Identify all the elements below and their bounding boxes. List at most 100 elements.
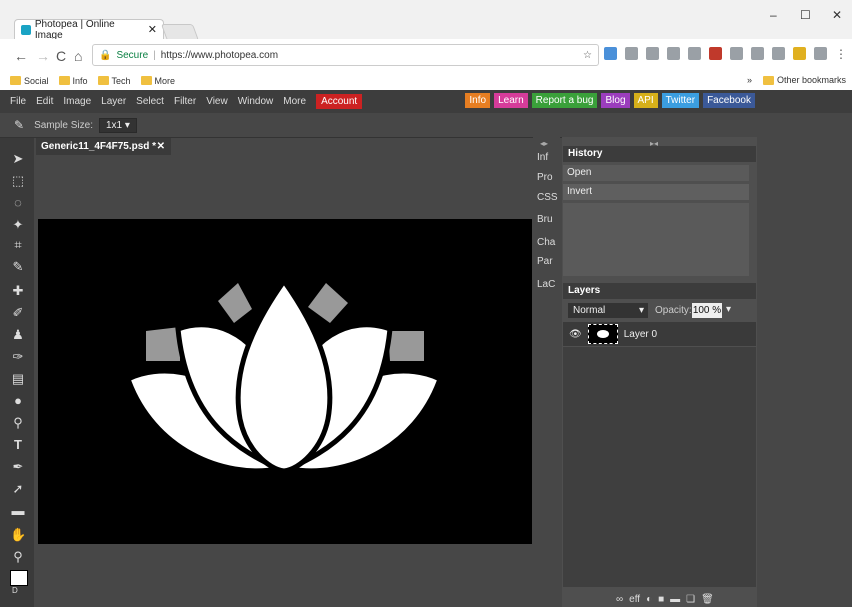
blog-link[interactable]: Blog [601, 93, 630, 108]
eye-icon[interactable]: 👁 [569, 329, 582, 340]
hand-tool-icon[interactable]: ✋ [10, 528, 26, 542]
tab-layer-comps[interactable]: LaC [537, 279, 555, 290]
layer-buttons: ∞ eff ◐ ■ ▬ ❏ 🗑 [616, 594, 714, 605]
move-tool-icon[interactable]: ➤ [10, 152, 26, 166]
bookmark-label: Info [72, 75, 88, 86]
report-bug-link[interactable]: Report a bug [531, 93, 598, 108]
document-tab[interactable]: Generic11_4F4F75.psd * ✕ [36, 138, 171, 155]
history-item[interactable]: Invert [563, 184, 749, 200]
blur-tool-icon[interactable]: ● [10, 394, 26, 408]
home-button[interactable]: ⌂ [74, 48, 82, 64]
url-input[interactable]: 🔒 Secure | https://www.photopea.com ☆ [92, 44, 599, 66]
collapse-arrows-icon[interactable]: ◂▸ [540, 139, 548, 148]
menu-window[interactable]: Window [238, 96, 274, 107]
folder-icon[interactable]: ▬ [670, 594, 680, 605]
extension-icon[interactable] [751, 47, 764, 60]
document-close-icon[interactable]: ✕ [157, 141, 165, 152]
learn-link[interactable]: Learn [494, 93, 528, 108]
opacity-dropdown-icon[interactable]: ▾ [726, 304, 731, 315]
bookmarks-overflow-icon[interactable]: » [747, 75, 752, 85]
menu-file[interactable]: File [10, 96, 26, 107]
reload-button[interactable]: C [56, 48, 66, 64]
eyedropper-tool-icon[interactable]: ✎ [10, 260, 26, 274]
effects-icon[interactable]: eff [629, 594, 640, 605]
foreground-color-swatch[interactable] [10, 570, 28, 586]
sample-size-select[interactable]: 1x1 ▾ [98, 117, 137, 133]
lasso-tool-icon[interactable]: ◌ [10, 196, 26, 210]
default-colors-icon[interactable]: D [12, 586, 18, 595]
bookmark-tech[interactable]: Tech [97, 76, 131, 86]
gradient-tool-icon[interactable]: ▤ [10, 372, 26, 386]
history-brush-tool-icon[interactable]: ✑ [10, 350, 26, 364]
info-link[interactable]: Info [465, 93, 491, 108]
bookmarks-bar: Social Info Tech More [0, 71, 852, 91]
star-icon[interactable]: ☆ [583, 50, 592, 61]
trash-icon[interactable]: 🗑 [701, 594, 714, 605]
extension-icon[interactable] [688, 47, 701, 60]
extension-icon[interactable] [730, 47, 743, 60]
other-bookmarks[interactable]: » Other bookmarks [747, 75, 846, 85]
blend-mode-select[interactable]: Normal ▾ [568, 303, 648, 318]
clone-stamp-tool-icon[interactable]: ♟ [10, 328, 26, 342]
menu-dots-icon[interactable]: ⋮ [835, 47, 847, 61]
facebook-link[interactable]: Facebook [703, 93, 755, 108]
url-separator: | [153, 49, 156, 61]
tab-brushes[interactable]: Bru [537, 214, 553, 225]
menu-select[interactable]: Select [136, 96, 164, 107]
tab-properties[interactable]: Pro [537, 172, 553, 183]
tab-paragraph[interactable]: Par [537, 256, 553, 267]
tab-info[interactable]: Inf [537, 152, 548, 163]
extension-icon[interactable] [604, 47, 617, 60]
crop-tool-icon[interactable]: ⌗ [10, 238, 26, 252]
extension-icon[interactable] [814, 47, 827, 60]
minimize-button[interactable]: – [770, 8, 777, 22]
menu-layer[interactable]: Layer [101, 96, 126, 107]
tab-css[interactable]: CSS [537, 192, 558, 203]
layer-row[interactable]: 👁 Layer 0 [563, 322, 756, 346]
twitter-link[interactable]: Twitter [661, 93, 700, 108]
tab-close-icon[interactable]: ✕ [148, 23, 157, 36]
bookmark-social[interactable]: Social [10, 76, 49, 86]
extension-icon[interactable] [625, 47, 638, 60]
mask-icon[interactable]: ■ [658, 594, 664, 605]
adjustment-icon[interactable]: ◐ [646, 594, 652, 605]
close-window-button[interactable]: ✕ [832, 8, 842, 22]
url-text: https://www.photopea.com [160, 49, 279, 61]
layers-panel-title[interactable]: Layers [563, 283, 756, 299]
path-select-tool-icon[interactable]: ➚ [10, 482, 26, 496]
bookmark-info[interactable]: Info [58, 75, 88, 86]
zoom-tool-icon[interactable]: ⚲ [10, 550, 26, 564]
menu-filter[interactable]: Filter [174, 96, 196, 107]
menu-more[interactable]: More [283, 96, 306, 107]
magic-wand-tool-icon[interactable]: ✦ [10, 218, 26, 232]
text-tool-icon[interactable]: T [10, 438, 26, 452]
forward-button[interactable]: → [36, 48, 50, 64]
healing-tool-icon[interactable]: ✚ [10, 284, 26, 298]
tab-character[interactable]: Cha [537, 237, 555, 248]
menu-edit[interactable]: Edit [36, 96, 53, 107]
browser-tab[interactable]: Photopea | Online Image ✕ [14, 19, 164, 41]
bookmark-more[interactable]: More [140, 76, 175, 86]
extension-icon[interactable] [646, 47, 659, 60]
link-layers-icon[interactable]: ∞ [616, 594, 623, 605]
pen-tool-icon[interactable]: ✒ [10, 460, 26, 474]
dodge-tool-icon[interactable]: ⚲ [10, 416, 26, 430]
account-button[interactable]: Account [316, 94, 363, 109]
back-button[interactable]: ← [14, 48, 28, 64]
api-link[interactable]: API [633, 93, 658, 108]
extension-icon[interactable] [793, 47, 806, 60]
extension-icon[interactable] [772, 47, 785, 60]
extension-icon[interactable] [667, 47, 680, 60]
folder-icon [97, 76, 109, 85]
shape-tool-icon[interactable]: ▬ [10, 504, 26, 518]
menu-view[interactable]: View [206, 96, 228, 107]
brush-tool-icon[interactable]: ✐ [10, 306, 26, 320]
opacity-input[interactable]: 100 % [692, 303, 722, 318]
menu-image[interactable]: Image [63, 96, 91, 107]
maximize-button[interactable]: ☐ [800, 8, 811, 22]
marquee-tool-icon[interactable]: ⬚ [10, 174, 26, 188]
history-panel-title[interactable]: History [563, 146, 756, 162]
new-layer-icon[interactable]: ❏ [686, 594, 695, 605]
history-item[interactable]: Open [563, 165, 749, 181]
extension-icon[interactable] [709, 47, 722, 60]
